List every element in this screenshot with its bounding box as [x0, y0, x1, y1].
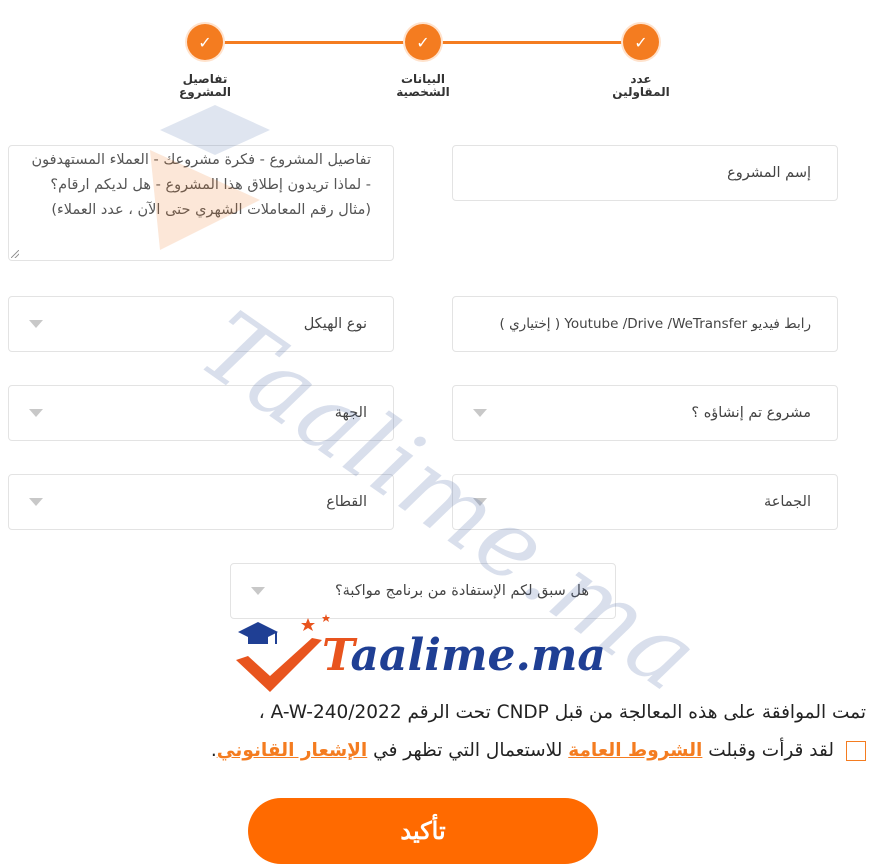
commune-value: الجماعة: [763, 494, 811, 510]
usage-text: للاستعمال التي تظهر في: [373, 740, 563, 761]
check-icon: ✓: [416, 32, 430, 52]
project-created-value: مشروع تم إنشاؤه ؟: [691, 405, 811, 421]
read-accept-text: لقد قرأت وقبلت: [708, 740, 834, 761]
chevron-down-icon: [473, 498, 487, 506]
step-label-personal-data: البيانات الشخصية: [396, 72, 450, 99]
logo-letter-t: T: [322, 630, 351, 681]
legal-notice-link[interactable]: الإشعار القانوني: [217, 740, 368, 761]
check-icon: ✓: [634, 32, 648, 52]
video-link-placeholder: رابط فيديو Youtube /Drive /WeTransfer ( …: [499, 316, 811, 332]
project-details-placeholder: تفاصيل المشروع - فكرة مشروعك - العملاء ا…: [31, 152, 371, 218]
step-label-project-details: تفاصيل المشروع: [179, 72, 231, 99]
cndp-approval-text: تمت الموافقة على هذه المعالجة من قبل CND…: [258, 702, 866, 723]
logo-wordmark: Taalime.ma: [322, 630, 606, 681]
chevron-down-icon: [29, 498, 43, 506]
structure-type-select[interactable]: نوع الهيكل: [8, 296, 394, 352]
check-icon: ✓: [198, 32, 212, 52]
sector-value: القطاع: [326, 494, 367, 510]
terms-agreement-row: لقد قرأت وقبلت الشروط العامة للاستعمال ا…: [211, 740, 866, 761]
project-name-placeholder: إسم المشروع: [727, 165, 811, 181]
chevron-down-icon: [473, 409, 487, 417]
step-label-contractors-count: عدد المقاولين: [612, 72, 670, 99]
project-details-textarea[interactable]: تفاصيل المشروع - فكرة مشروعك - العملاء ا…: [8, 145, 394, 261]
resize-handle-icon[interactable]: [11, 250, 19, 258]
video-link-input[interactable]: رابط فيديو Youtube /Drive /WeTransfer ( …: [452, 296, 838, 352]
chevron-down-icon: [251, 587, 265, 595]
region-value: الجهة: [334, 405, 367, 421]
region-select[interactable]: الجهة: [8, 385, 394, 441]
chevron-down-icon: [29, 409, 43, 417]
project-name-input[interactable]: إسم المشروع: [452, 145, 838, 201]
step-contractors-count-check-icon[interactable]: ✓: [623, 24, 659, 60]
step-personal-data-check-icon[interactable]: ✓: [405, 24, 441, 60]
general-terms-link[interactable]: الشروط العامة: [568, 740, 702, 761]
project-created-select[interactable]: مشروع تم إنشاؤه ؟: [452, 385, 838, 441]
chevron-down-icon: [29, 320, 43, 328]
period-text: .: [210, 740, 217, 761]
confirm-button[interactable]: تأكيد: [248, 798, 598, 864]
step-project-details-check-icon[interactable]: ✓: [187, 24, 223, 60]
sector-select[interactable]: القطاع: [8, 474, 394, 530]
terms-checkbox[interactable]: [846, 740, 866, 761]
logo-wordmark-rest: aalime.ma: [350, 630, 606, 681]
commune-select[interactable]: الجماعة: [452, 474, 838, 530]
structure-type-value: نوع الهيكل: [303, 316, 367, 332]
taalime-logo: Taalime.ma: [230, 610, 606, 700]
